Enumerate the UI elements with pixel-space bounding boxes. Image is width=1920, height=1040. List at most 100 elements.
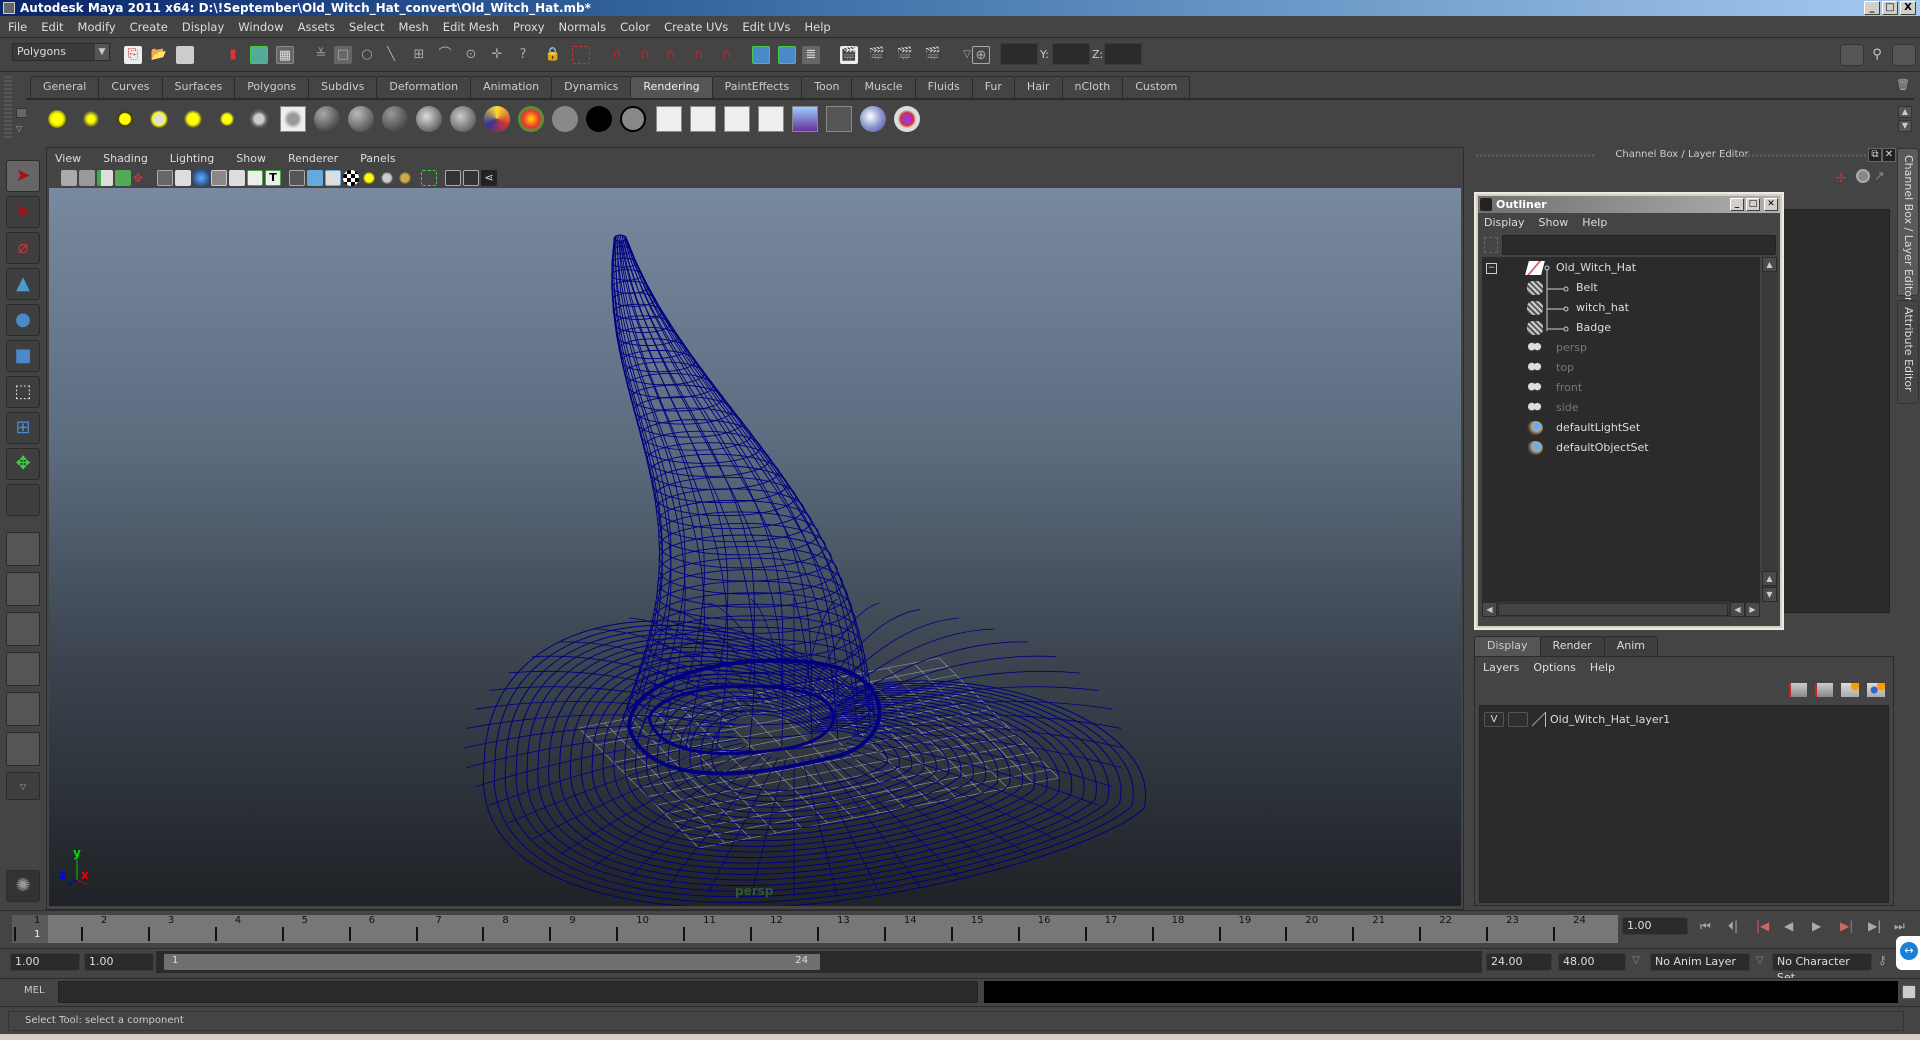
play-backwards-icon[interactable]: ◀ [1784, 919, 1793, 933]
isolate-select-icon[interactable] [421, 170, 437, 186]
shelf-tab-general[interactable]: General [30, 76, 100, 98]
step-forward-frame-icon[interactable]: ▶| [1868, 919, 1881, 933]
outliner-search-input[interactable] [1502, 235, 1776, 255]
universal-manipulator-icon[interactable]: ⬚ [6, 376, 40, 408]
more-layouts-icon[interactable]: ▽ [6, 772, 40, 800]
playback-start-field[interactable]: 1.00 [84, 953, 154, 971]
render-current-frame-icon[interactable]: 🎬 [868, 46, 886, 64]
close-panel-button[interactable]: ✕ [1882, 148, 1896, 162]
phong-e-icon[interactable] [416, 106, 442, 132]
menu-edit[interactable]: Edit [41, 20, 63, 34]
shelf-tab-painteffects[interactable]: PaintEffects [711, 76, 803, 98]
shelf-tab-animation[interactable]: Animation [470, 76, 553, 98]
menu-proxy[interactable]: Proxy [513, 20, 545, 34]
wireframe-on-shaded-icon[interactable] [325, 170, 341, 186]
render-view-icon[interactable] [656, 106, 682, 132]
select-by-object-icon[interactable] [250, 46, 268, 64]
construction-history-icon[interactable]: ≣ [802, 46, 820, 64]
paint-select-tool-icon[interactable]: ⌀ [6, 232, 40, 264]
gate-mask-icon[interactable] [211, 170, 227, 186]
outliner-item[interactable]: witch_hat [1482, 298, 1760, 318]
current-time-field[interactable]: 1.00 [1622, 917, 1688, 935]
shelf-tab-surfaces[interactable]: Surfaces [161, 76, 236, 98]
outliner-minimize-button[interactable]: _ [1730, 198, 1744, 211]
go-to-start-icon[interactable]: ⏮ [1700, 919, 1711, 934]
shelf-tab-subdivs[interactable]: Subdivs [308, 76, 378, 98]
channel-speed-icon[interactable] [1856, 169, 1870, 183]
perspective-viewport[interactable]: y x z persp [49, 188, 1461, 906]
outliner-vertical-scrollbar[interactable]: ▲ ▲ ▼ [1762, 257, 1778, 602]
shelf-tab-polygons[interactable]: Polygons [234, 76, 310, 98]
x-field[interactable] [1000, 43, 1038, 65]
point-light-icon[interactable] [112, 106, 138, 132]
select-face-icon[interactable]: ⊞ [410, 46, 428, 64]
layer-menu-layers[interactable]: Layers [1483, 661, 1519, 674]
show-manipulator-icon[interactable]: ✥ [6, 448, 40, 480]
scroll-thumb[interactable] [1498, 603, 1728, 616]
scroll-right-button[interactable]: ▶ [1745, 602, 1760, 617]
y-field[interactable] [1052, 43, 1090, 65]
script-editor-icon[interactable] [1902, 985, 1916, 999]
anim-layer-selector[interactable]: No Anim Layer [1650, 953, 1750, 971]
rotate-tool-icon[interactable]: ● [6, 304, 40, 336]
absolute-transform-icon[interactable]: ⊕ [972, 46, 990, 64]
make-live-icon[interactable]: ∩ [718, 46, 736, 64]
ambient-light-icon[interactable] [44, 106, 70, 132]
character-set-dropdown-icon[interactable]: ▽ [1756, 955, 1764, 966]
snap-view-plane-icon[interactable]: ∩ [690, 46, 708, 64]
outliner-title-bar[interactable]: Outliner _ □ ✕ [1478, 196, 1780, 213]
new-layer-from-selected-icon[interactable] [1867, 683, 1885, 697]
resolution-gate-icon[interactable] [193, 170, 209, 186]
select-tool-icon[interactable]: ➤ [6, 160, 40, 192]
animation-end-field[interactable]: 48.00 [1558, 953, 1626, 971]
scale-tool-icon[interactable]: ■ [6, 340, 40, 372]
select-curve-icon[interactable]: ⌒ [436, 46, 454, 64]
select-handle-icon[interactable]: ✛ [488, 46, 506, 64]
layer-visibility-toggle[interactable]: V [1484, 711, 1504, 727]
minimize-button[interactable]: _ [1864, 1, 1880, 15]
render-settings-icon[interactable] [758, 106, 784, 132]
outliner-item[interactable]: defaultObjectSet [1482, 438, 1760, 458]
new-scene-icon[interactable]: ⎘ [124, 46, 142, 64]
menu-help[interactable]: Help [805, 20, 831, 34]
open-scene-icon[interactable]: 📂 [150, 46, 168, 64]
delete-render-layer-icon[interactable] [826, 106, 852, 132]
menu-edit-uvs[interactable]: Edit UVs [742, 20, 790, 34]
side-tab-channel-box[interactable]: Channel Box / Layer Editor [1897, 148, 1919, 302]
spot-light-icon[interactable] [146, 106, 172, 132]
smooth-shade-icon[interactable] [307, 170, 323, 186]
grid-toggle-icon[interactable] [157, 170, 173, 186]
viewport-menu-panels[interactable]: Panels [360, 150, 395, 168]
layer-menu-options[interactable]: Options [1533, 661, 1575, 674]
surface-shader-icon[interactable] [552, 106, 578, 132]
camera-attributes-icon[interactable] [79, 170, 95, 186]
layered-shader-icon[interactable] [518, 106, 544, 132]
layer-name[interactable]: Old_Witch_Hat_layer1 [1550, 713, 1670, 726]
command-language-toggle[interactable]: MEL [24, 985, 45, 996]
shelf-tab-muscle[interactable]: Muscle [851, 76, 916, 98]
outliner-item[interactable]: defaultLightSet [1482, 418, 1760, 438]
soft-mod-tool-icon[interactable]: ⊞ [6, 412, 40, 444]
shelf-tab-hair[interactable]: Hair [1013, 76, 1063, 98]
play-forwards-icon[interactable]: ▶ [1812, 919, 1821, 933]
use-background-icon[interactable] [586, 106, 612, 132]
layer-tab-render[interactable]: Render [1539, 636, 1605, 656]
step-back-frame-icon[interactable]: ⏴| [1728, 919, 1738, 934]
outliner-item[interactable]: Badge [1482, 318, 1760, 338]
shelf-scroll-down[interactable]: ▼ [1898, 120, 1912, 132]
image-plane-icon[interactable] [115, 170, 131, 186]
channel-box-toggle-icon[interactable] [1892, 44, 1916, 66]
move-tool-icon[interactable]: ▲ [6, 268, 40, 300]
viewport-menu-shading[interactable]: Shading [103, 150, 148, 168]
safe-action-icon[interactable] [247, 170, 263, 186]
move-layer-up-icon[interactable] [1789, 683, 1807, 697]
shelf-tab-fur[interactable]: Fur [971, 76, 1015, 98]
scroll-up-button[interactable]: ▲ [1762, 257, 1777, 272]
outliner-menu-display[interactable]: Display [1484, 216, 1525, 229]
menu-mesh[interactable]: Mesh [399, 20, 429, 34]
shelf-grip[interactable] [4, 76, 12, 146]
step-forward-key-icon[interactable]: ▶| [1840, 919, 1853, 933]
render-layer-icon[interactable] [792, 106, 818, 132]
light-linking-icon[interactable] [860, 106, 886, 132]
maya-logo-icon[interactable]: ✺ [6, 870, 40, 902]
